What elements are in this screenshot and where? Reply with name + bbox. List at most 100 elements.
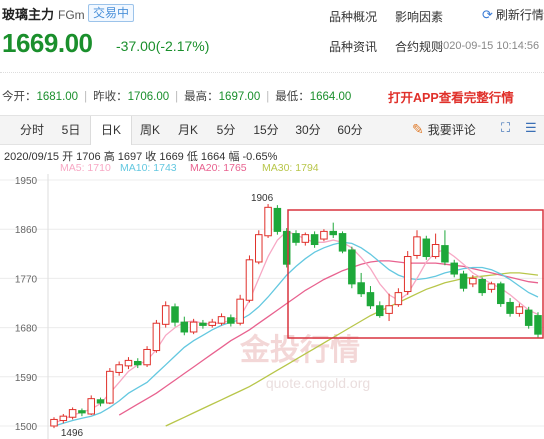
y-tick-label: 1590 bbox=[15, 373, 38, 384]
candle-body bbox=[143, 348, 151, 366]
candle-body bbox=[134, 360, 142, 366]
low-value: 1664.00 bbox=[309, 91, 352, 103]
candle-body bbox=[124, 359, 133, 367]
ma30-label: MA30: 1794 bbox=[262, 162, 319, 174]
instrument-name: 玻璃主力 bbox=[2, 7, 55, 22]
candle-body bbox=[310, 234, 319, 246]
candle-body bbox=[403, 256, 412, 293]
quote-stats: 今开：1681.00 | 昨收：1706.00 | 最高：1697.00 | 最低：1664… bbox=[2, 91, 352, 103]
candle-body bbox=[106, 370, 114, 404]
candle-body bbox=[255, 234, 263, 263]
candle-body bbox=[469, 277, 477, 285]
open-label: 今开： bbox=[2, 91, 37, 103]
candle-body bbox=[357, 282, 365, 295]
tab-15min[interactable]: 15分 bbox=[245, 116, 287, 144]
candle-body bbox=[329, 230, 337, 236]
candle-body bbox=[487, 283, 496, 290]
open-value: 1681.00 bbox=[36, 91, 79, 103]
expand-icon[interactable]: ⛶ bbox=[501, 120, 510, 136]
candle-body bbox=[506, 301, 514, 314]
candle-body bbox=[264, 206, 272, 237]
candle-body bbox=[282, 230, 291, 265]
nav-product-overview[interactable]: 品种概况 bbox=[329, 8, 377, 25]
candle-body bbox=[161, 305, 170, 325]
ma5-label: MA5: 1710 bbox=[60, 162, 111, 174]
nav-contract-rules[interactable]: 合约规则 bbox=[395, 38, 443, 55]
y-tick-label: 1500 bbox=[15, 422, 38, 433]
candle-body bbox=[227, 317, 235, 324]
nav-influence-factors[interactable]: 影响因素 bbox=[395, 8, 443, 25]
y-tick-label: 1860 bbox=[15, 225, 38, 236]
candle-body bbox=[459, 273, 468, 289]
tab-weekly-k[interactable]: 周K bbox=[131, 116, 169, 144]
candle-body bbox=[292, 233, 300, 243]
tab-intraday[interactable]: 分时 bbox=[12, 116, 52, 144]
kline-chart[interactable]: 195018601770168015901500金投行情quote.cngold… bbox=[0, 174, 544, 439]
tab-30min[interactable]: 30分 bbox=[287, 116, 329, 144]
candle-body bbox=[208, 321, 216, 326]
candle-body bbox=[171, 306, 179, 323]
candle-body bbox=[422, 238, 431, 258]
tab-monthly-k[interactable]: 月K bbox=[169, 116, 207, 144]
trading-status-badge: 交易中 bbox=[88, 4, 135, 22]
comment-button[interactable]: ✎ 我要评论 bbox=[412, 121, 476, 138]
candle-body bbox=[217, 316, 226, 324]
high-value: 1697.00 bbox=[218, 91, 261, 103]
refresh-icon: ⟳ bbox=[482, 6, 493, 22]
tab-5min[interactable]: 5分 bbox=[207, 116, 245, 144]
candle-body bbox=[450, 262, 458, 275]
candle-body bbox=[366, 292, 375, 307]
prev-close-value: 1706.00 bbox=[127, 91, 170, 103]
candle-body bbox=[385, 305, 393, 314]
candle-body bbox=[59, 415, 68, 422]
high-annotation: 1906 bbox=[251, 193, 274, 204]
candle-body bbox=[376, 305, 384, 317]
candle-body bbox=[338, 233, 347, 252]
y-tick-label: 1680 bbox=[15, 324, 38, 335]
price-change: -37.00(-2.17%) bbox=[116, 38, 210, 54]
list-icon[interactable]: ☰ bbox=[525, 120, 537, 136]
low-label: 最低： bbox=[275, 91, 310, 103]
candle-body bbox=[199, 322, 207, 326]
refresh-button[interactable]: ⟳ 刷新行情 bbox=[482, 6, 544, 23]
candle-body bbox=[524, 309, 533, 326]
candle-body bbox=[301, 234, 310, 243]
candle-body bbox=[441, 245, 449, 263]
low-annotation: 1496 bbox=[61, 428, 84, 439]
candle-body bbox=[431, 244, 440, 258]
edit-icon: ✎ bbox=[412, 121, 424, 137]
candle-body bbox=[236, 298, 244, 324]
candle-body bbox=[478, 278, 486, 294]
nav-product-news[interactable]: 品种资讯 bbox=[329, 38, 377, 55]
candle-body bbox=[273, 207, 282, 232]
open-app-link[interactable]: 打开APP查看完整行情 bbox=[388, 87, 514, 106]
candle-body bbox=[189, 321, 198, 333]
y-tick-label: 1950 bbox=[15, 176, 38, 187]
tab-daily-k[interactable]: 日K bbox=[90, 116, 132, 145]
ma20-label: MA20: 1765 bbox=[190, 162, 247, 174]
tab-5day[interactable]: 5日 bbox=[52, 116, 90, 144]
watermark-url: quote.cngold.org bbox=[266, 375, 370, 391]
candle-body bbox=[115, 364, 123, 373]
prev-close-label: 昨收： bbox=[93, 91, 128, 103]
candle-body bbox=[394, 292, 403, 306]
candle-body bbox=[96, 399, 105, 404]
candle-body bbox=[180, 321, 189, 333]
comment-label: 我要评论 bbox=[427, 123, 476, 137]
high-label: 最高： bbox=[184, 91, 219, 103]
instrument-code: FGm bbox=[58, 8, 85, 22]
y-tick-label: 1770 bbox=[15, 274, 38, 285]
quote-timestamp: 2020-09-15 10:14:56 bbox=[437, 40, 540, 52]
tab-60min[interactable]: 60分 bbox=[329, 116, 371, 144]
candle-body bbox=[413, 236, 421, 256]
candle-body bbox=[245, 259, 254, 301]
refresh-label: 刷新行情 bbox=[495, 8, 544, 22]
ma10-label: MA10: 1743 bbox=[120, 162, 177, 174]
candle-body bbox=[87, 398, 95, 415]
divider bbox=[0, 72, 544, 73]
candle-body bbox=[152, 322, 161, 352]
candle-body bbox=[497, 283, 505, 305]
candle-body bbox=[534, 315, 542, 335]
instrument-title: 玻璃主力 FGm bbox=[2, 4, 85, 23]
candle-body bbox=[515, 306, 524, 314]
